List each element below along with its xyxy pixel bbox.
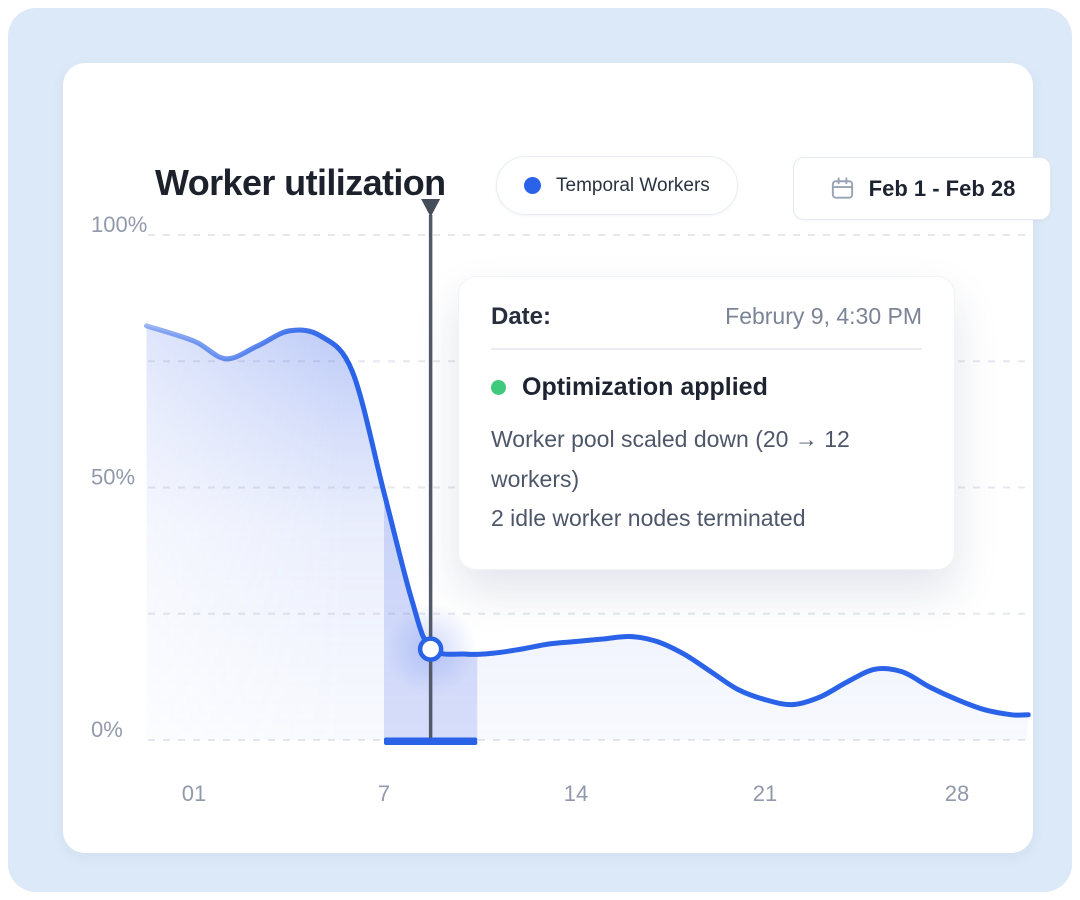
calendar-icon [829, 175, 856, 202]
outer-panel: Worker utilization Temporal Workers Feb … [8, 8, 1072, 892]
worker-utilization-card: Worker utilization Temporal Workers Feb … [63, 63, 1033, 853]
marker-point[interactable] [420, 639, 441, 660]
date-range-label: Feb 1 - Feb 28 [869, 176, 1016, 202]
date-range-button[interactable]: Feb 1 - Feb 28 [793, 157, 1051, 220]
legend-temporal-workers[interactable]: Temporal Workers [496, 156, 738, 215]
page-title: Worker utilization [155, 162, 446, 204]
legend-dot-icon [524, 177, 541, 194]
legend-label: Temporal Workers [556, 175, 710, 197]
page-background: Worker utilization Temporal Workers Feb … [0, 0, 1080, 900]
